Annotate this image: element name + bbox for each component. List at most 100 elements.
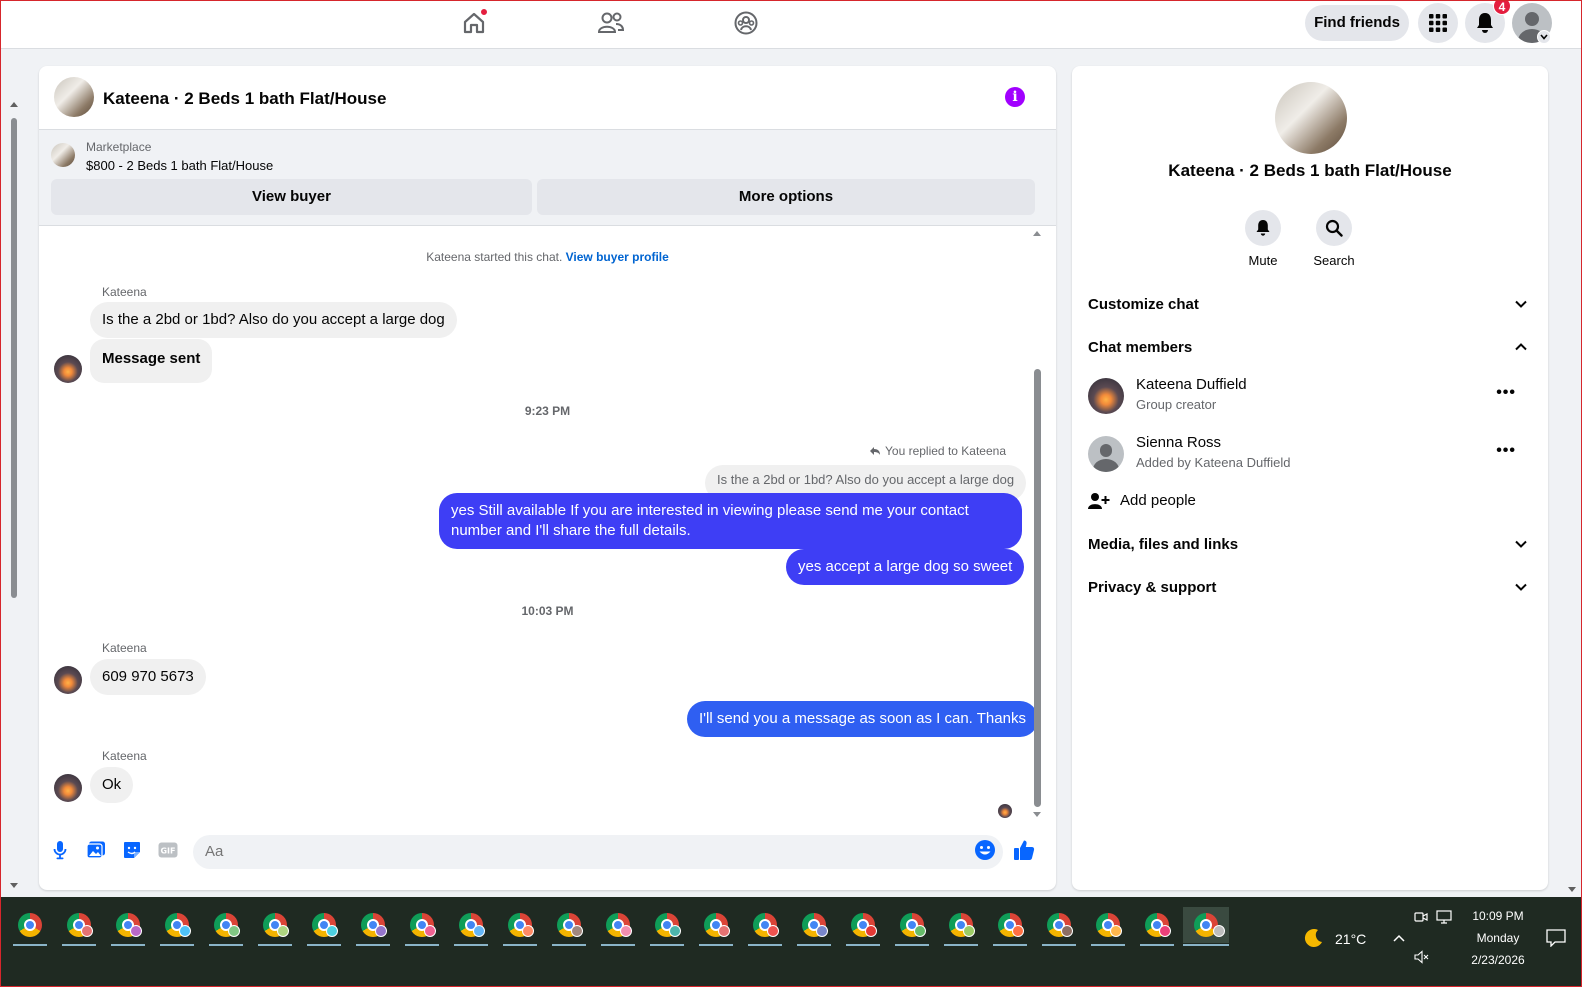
chrome-profile-taskbar-icon[interactable] <box>110 907 146 946</box>
outgoing-message[interactable]: yes Still available If you are intereste… <box>439 493 1022 549</box>
chrome-profile-taskbar-icon[interactable] <box>600 907 636 946</box>
top-navigation-bar: Find friends 4 <box>0 0 1582 49</box>
incoming-message[interactable]: Ok <box>90 767 134 803</box>
view-buyer-profile-link[interactable]: View buyer profile <box>566 250 669 264</box>
chevron-down-icon <box>1515 300 1527 308</box>
chevron-up-icon <box>1515 343 1527 351</box>
chrome-profile-taskbar-icon[interactable] <box>747 907 783 946</box>
network-icon[interactable] <box>1436 910 1452 924</box>
media-files-section[interactable]: Media, files and links <box>1088 533 1528 557</box>
chrome-profile-taskbar-icon[interactable] <box>404 907 440 946</box>
chat-header: Kateena · 2 Beds 1 bath Flat/House i <box>39 66 1056 130</box>
outgoing-message[interactable]: yes accept a large dog so sweet <box>786 549 1025 585</box>
media-files-label: Media, files and links <box>1088 536 1239 553</box>
account-chevron-icon[interactable] <box>1537 30 1551 44</box>
more-options-button[interactable]: More options <box>537 179 1035 215</box>
notifications-button[interactable]: 4 <box>1465 0 1511 43</box>
more-options-icon[interactable]: ••• <box>1496 442 1516 460</box>
chat-members-section[interactable]: Chat members <box>1088 336 1528 360</box>
grid-icon <box>1429 14 1447 32</box>
chrome-profile-taskbar-icon[interactable] <box>61 907 97 946</box>
moon-weather-icon[interactable] <box>1303 927 1325 949</box>
timestamp: 9:23 PM <box>524 404 571 418</box>
chrome-profile-taskbar-icon[interactable] <box>1090 907 1126 946</box>
listing-title[interactable]: $800 - 2 Beds 1 bath Flat/House <box>86 158 273 173</box>
chat-avatar[interactable] <box>54 77 94 117</box>
sender-name: Kateena <box>102 285 147 299</box>
bell-icon <box>1245 210 1281 246</box>
gif-icon[interactable]: GIF <box>157 839 179 861</box>
chrome-profile-taskbar-icon[interactable] <box>306 907 342 946</box>
chrome-profile-taskbar-icon[interactable] <box>992 907 1028 946</box>
member-name: Kateena Duffield <box>1136 376 1247 393</box>
chat-members-label: Chat members <box>1088 339 1193 356</box>
member-row[interactable]: Sienna Ross Added by Kateena Duffield ••… <box>1088 434 1528 478</box>
incoming-message[interactable]: Is the a 2bd or 1bd? Also do you accept … <box>90 302 457 338</box>
clock-date[interactable]: 2/23/2026 <box>1466 953 1530 967</box>
messages-scrollbar[interactable] <box>1031 227 1043 819</box>
info-icon[interactable]: i <box>1005 87 1025 107</box>
chat-details-panel: Kateena · 2 Beds 1 bath Flat/House Mute … <box>1072 66 1548 890</box>
chrome-profile-taskbar-icon[interactable] <box>943 907 979 946</box>
chrome-profile-taskbar-icon[interactable] <box>1041 907 1077 946</box>
page-scroll-down-icon[interactable] <box>1567 886 1577 894</box>
member-row[interactable]: Kateena Duffield Group creator ••• <box>1088 376 1528 420</box>
action-center-icon[interactable] <box>1546 929 1566 947</box>
privacy-support-section[interactable]: Privacy & support <box>1088 576 1528 600</box>
more-options-icon[interactable]: ••• <box>1496 384 1516 402</box>
chat-details-avatar[interactable] <box>1275 82 1347 154</box>
search-button[interactable]: Search <box>1299 210 1369 268</box>
chrome-profile-taskbar-icon[interactable] <box>796 907 832 946</box>
chevron-up-icon[interactable] <box>1392 933 1406 943</box>
chrome-profile-taskbar-icon[interactable] <box>551 907 587 946</box>
incoming-message[interactable]: Message sent <box>90 339 213 383</box>
customize-chat-section[interactable]: Customize chat <box>1088 293 1528 317</box>
chrome-profile-taskbar-icon[interactable] <box>698 907 734 946</box>
sender-avatar[interactable] <box>54 774 82 802</box>
speaker-muted-icon[interactable] <box>1414 950 1430 964</box>
chrome-profile-taskbar-icon[interactable] <box>845 907 881 946</box>
incoming-message[interactable]: 609 970 5673 <box>90 659 206 695</box>
like-icon[interactable] <box>1013 839 1035 861</box>
chrome-taskbar-icon[interactable] <box>12 907 48 946</box>
timestamp: 10:03 PM <box>521 604 574 618</box>
chrome-profile-taskbar-icon[interactable] <box>355 907 391 946</box>
clock-time[interactable]: 10:09 PM <box>1466 909 1530 923</box>
weather-temperature[interactable]: 21°C <box>1335 931 1366 947</box>
clock-day[interactable]: Monday <box>1466 931 1530 945</box>
member-avatar <box>1088 436 1124 472</box>
microphone-icon[interactable] <box>49 839 71 861</box>
chrome-profile-taskbar-icon[interactable] <box>208 907 244 946</box>
chrome-profile-taskbar-icon[interactable] <box>257 907 293 946</box>
groups-icon[interactable] <box>730 8 762 38</box>
meet-icon[interactable] <box>1414 910 1428 924</box>
home-icon[interactable] <box>458 8 490 38</box>
photo-icon[interactable] <box>85 839 107 861</box>
page-scrollbar[interactable] <box>9 100 19 890</box>
chrome-profile-taskbar-icon[interactable] <box>894 907 930 946</box>
chrome-profile-taskbar-icon[interactable] <box>1139 907 1175 946</box>
reply-icon <box>870 447 880 455</box>
sticker-icon[interactable] <box>121 839 143 861</box>
sender-avatar[interactable] <box>54 355 82 383</box>
marketplace-label: Marketplace <box>86 140 152 154</box>
chrome-profile-taskbar-icon[interactable] <box>159 907 195 946</box>
find-friends-button[interactable]: Find friends <box>1305 5 1409 41</box>
mute-button[interactable]: Mute <box>1228 210 1298 268</box>
sender-avatar[interactable] <box>54 666 82 694</box>
chrome-profile-taskbar-icon[interactable] <box>649 907 685 946</box>
emoji-icon[interactable] <box>974 839 996 861</box>
add-people-button[interactable]: Add people <box>1088 489 1528 513</box>
chat-title[interactable]: Kateena · 2 Beds 1 bath Flat/House <box>103 89 386 109</box>
chevron-down-icon <box>1515 540 1527 548</box>
friends-icon[interactable] <box>595 8 627 38</box>
menu-grid-button[interactable] <box>1418 3 1458 43</box>
chrome-profile-taskbar-icon[interactable] <box>453 907 489 946</box>
outgoing-message[interactable]: I'll send you a message as soon as I can… <box>687 701 1038 737</box>
page-scrollbar-thumb[interactable] <box>11 118 17 598</box>
chrome-profile-taskbar-icon[interactable] <box>502 907 538 946</box>
chrome-profile-taskbar-icon-active[interactable] <box>1183 907 1229 946</box>
messages-scrollbar-thumb[interactable] <box>1034 369 1041 807</box>
message-input[interactable] <box>193 835 1003 869</box>
view-buyer-button[interactable]: View buyer <box>51 179 532 215</box>
